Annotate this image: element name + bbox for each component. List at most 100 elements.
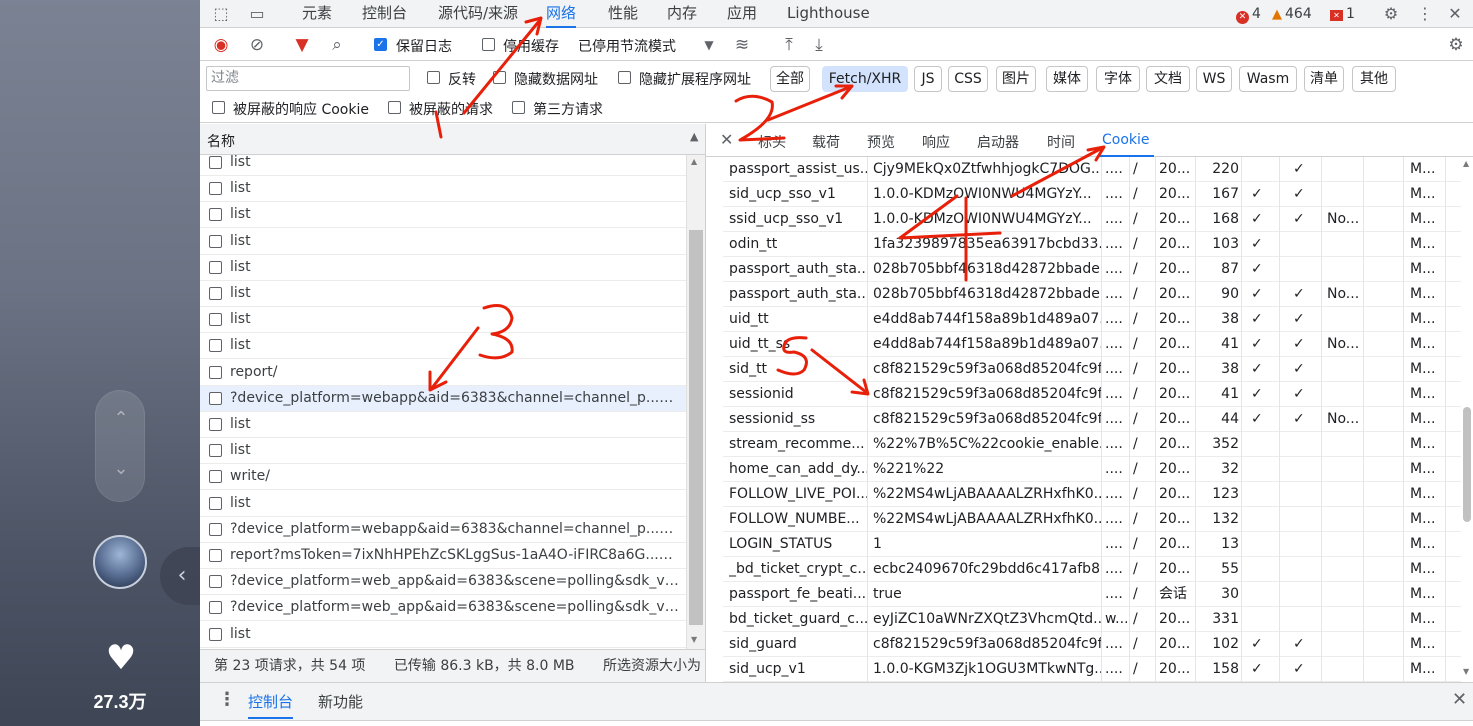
drawer-tab-console[interactable]: 控制台: [248, 691, 294, 719]
invert-checkbox[interactable]: [427, 71, 440, 84]
request-row-checkbox[interactable]: [209, 418, 222, 431]
chip-manifest[interactable]: 清单: [1304, 66, 1344, 92]
cookie-row[interactable]: passport_assist_us... Cjy9MEkQx0Ztfwhhjog…: [723, 157, 1461, 182]
request-row[interactable]: list: [200, 176, 686, 203]
network-settings-icon[interactable]: ⚙: [1445, 34, 1467, 56]
filter-input[interactable]: 过滤: [206, 66, 410, 91]
cookie-row[interactable]: odin_tt 1fa3239897835ea63917bcbd33.......…: [723, 232, 1461, 257]
chip-ws[interactable]: WS: [1196, 66, 1232, 92]
cookie-row[interactable]: passport_fe_beati... true.... / 会话 30 M...: [723, 582, 1461, 607]
chip-font[interactable]: 字体: [1096, 66, 1140, 92]
tab-elements[interactable]: 元素: [302, 0, 332, 28]
request-row-checkbox[interactable]: [209, 549, 222, 562]
close-drawer-icon[interactable]: ✕: [1452, 689, 1467, 710]
dropdown-arrow-icon[interactable]: ▼: [698, 34, 720, 56]
cookie-row[interactable]: sessionid_ss c8f821529c59f3a068d85204fc9f…: [723, 407, 1461, 432]
cookie-row[interactable]: ssid_ucp_sso_v1 1.0.0-KDMzOWI0NWU4MGYzY..…: [723, 207, 1461, 232]
request-row[interactable]: list: [200, 333, 686, 360]
request-row[interactable]: write/: [200, 464, 686, 491]
cookie-table-scrollbar[interactable]: ▲ ▼: [1462, 157, 1473, 682]
heart-icon[interactable]: ♥: [101, 640, 141, 676]
chip-all[interactable]: 全部: [770, 66, 810, 92]
cookie-row[interactable]: sessionid c8f821529c59f3a068d85204fc9f...…: [723, 382, 1461, 407]
export-har-icon[interactable]: ⤓: [808, 34, 830, 56]
network-conditions-icon[interactable]: ≋: [731, 34, 753, 56]
tab-timing[interactable]: 时间: [1047, 132, 1075, 152]
cookie-row[interactable]: bd_ticket_guard_c... eyJiZC10aWNrZXQtZ3Vh…: [723, 607, 1461, 632]
tab-payload[interactable]: 载荷: [812, 132, 840, 152]
chevron-up-icon[interactable]: ⌃: [111, 409, 131, 429]
name-column-header[interactable]: 名称: [207, 131, 235, 151]
tab-sources[interactable]: 源代码/来源: [438, 0, 518, 28]
issue-count[interactable]: ✕ 1: [1330, 4, 1355, 24]
scroll-down-icon[interactable]: ▼: [691, 635, 697, 644]
cookie-row[interactable]: uid_tt e4dd8ab744f158a89b1d489a07....... /…: [723, 307, 1461, 332]
drawer-tab-whats-new[interactable]: 新功能: [318, 691, 363, 712]
request-row[interactable]: list: [200, 438, 686, 465]
chevron-down-icon[interactable]: ⌄: [111, 459, 131, 479]
disable-cache-checkbox[interactable]: [482, 38, 495, 51]
request-row[interactable]: ?device_platform=web_app&aid=6383&scene=…: [200, 595, 686, 622]
tab-network[interactable]: 网络: [546, 0, 577, 28]
cookie-row[interactable]: stream_recomme... %22%7B%5C%22cookie_enab…: [723, 432, 1461, 457]
cookie-row[interactable]: FOLLOW_NUMBE... %22MS4wLjABAAAALZRHxfhK0.…: [723, 507, 1461, 532]
request-row-checkbox[interactable]: [209, 627, 222, 641]
hide-data-urls-checkbox[interactable]: [493, 71, 506, 84]
import-har-icon[interactable]: ⤒: [778, 34, 800, 56]
record-icon[interactable]: ◉: [210, 34, 232, 56]
request-row-checkbox[interactable]: [209, 391, 222, 405]
collapse-panel-button[interactable]: ‹: [160, 547, 204, 605]
warning-count[interactable]: ▲ 464: [1272, 4, 1312, 25]
filter-icon[interactable]: ▼: [291, 34, 313, 56]
scroll-thumb[interactable]: [1463, 407, 1471, 522]
cookie-row[interactable]: sid_guard c8f821529c59f3a068d85204fc9f...…: [723, 632, 1461, 657]
request-row-checkbox[interactable]: [209, 182, 222, 196]
tab-memory[interactable]: 内存: [667, 0, 697, 28]
chip-css[interactable]: CSS: [948, 66, 988, 92]
request-row[interactable]: list: [200, 307, 686, 334]
gear-icon[interactable]: ⚙: [1380, 3, 1402, 25]
tab-headers[interactable]: 标头: [758, 132, 786, 152]
tab-lighthouse[interactable]: Lighthouse: [787, 0, 870, 28]
panel-splitter[interactable]: [705, 124, 706, 682]
request-row[interactable]: report/: [200, 360, 686, 386]
close-detail-icon[interactable]: ✕: [720, 130, 733, 149]
request-list-header[interactable]: 名称 ▲: [200, 124, 705, 155]
chip-js[interactable]: JS: [914, 66, 942, 92]
request-row-checkbox[interactable]: [209, 470, 222, 484]
chip-media[interactable]: 媒体: [1046, 66, 1088, 92]
request-row[interactable]: list: [200, 255, 686, 281]
hide-ext-urls-checkbox[interactable]: [618, 71, 631, 84]
close-icon[interactable]: ✕: [1444, 3, 1466, 25]
cookie-row[interactable]: LOGIN_STATUS 1.... / 20... 13 M...: [723, 532, 1461, 557]
request-row[interactable]: list: [200, 229, 686, 255]
tab-preview[interactable]: 预览: [867, 132, 895, 152]
request-row-checkbox[interactable]: [209, 156, 222, 169]
request-row-checkbox[interactable]: [209, 287, 222, 300]
tab-cookies[interactable]: Cookie: [1098, 124, 1154, 157]
request-row-checkbox[interactable]: [209, 496, 222, 510]
chip-img[interactable]: 图片: [996, 66, 1036, 92]
request-row[interactable]: ?device_platform=web_app&aid=6383&scene=…: [200, 569, 686, 596]
cookie-row[interactable]: sid_ucp_v1 1.0.0-KGM3Zjk1OGU3MTkwNTg.....…: [723, 657, 1461, 682]
cookie-row[interactable]: passport_auth_sta... 028b705bbf46318d4287…: [723, 257, 1461, 282]
request-row[interactable]: list: [200, 155, 686, 176]
request-row-checkbox[interactable]: [209, 234, 222, 248]
cookie-row[interactable]: passport_auth_sta... 028b705bbf46318d4287…: [723, 282, 1461, 307]
preserve-log-checkbox[interactable]: ✓: [374, 38, 387, 51]
request-row-checkbox[interactable]: [209, 260, 222, 274]
video-nav-scroller[interactable]: ⌃ ⌄: [95, 390, 145, 502]
tab-console[interactable]: 控制台: [362, 0, 407, 28]
request-row[interactable]: list: [200, 281, 686, 307]
request-row-checkbox[interactable]: [209, 313, 222, 327]
scroll-down-icon[interactable]: ▼: [1463, 667, 1469, 676]
inspect-element-icon[interactable]: ⬚: [210, 3, 232, 25]
tab-response[interactable]: 响应: [922, 132, 950, 152]
scroll-up-icon[interactable]: ▲: [1463, 159, 1469, 168]
chip-other[interactable]: 其他: [1352, 66, 1396, 92]
request-row-checkbox[interactable]: [209, 522, 222, 536]
cookie-row[interactable]: FOLLOW_LIVE_POI... %22MS4wLjABAAAALZRHxfh…: [723, 482, 1461, 507]
chip-doc[interactable]: 文档: [1146, 66, 1190, 92]
tab-performance[interactable]: 性能: [608, 0, 638, 28]
cookie-row[interactable]: sid_ucp_sso_v1 1.0.0-KDMzOWI0NWU4MGYzY...…: [723, 182, 1461, 207]
